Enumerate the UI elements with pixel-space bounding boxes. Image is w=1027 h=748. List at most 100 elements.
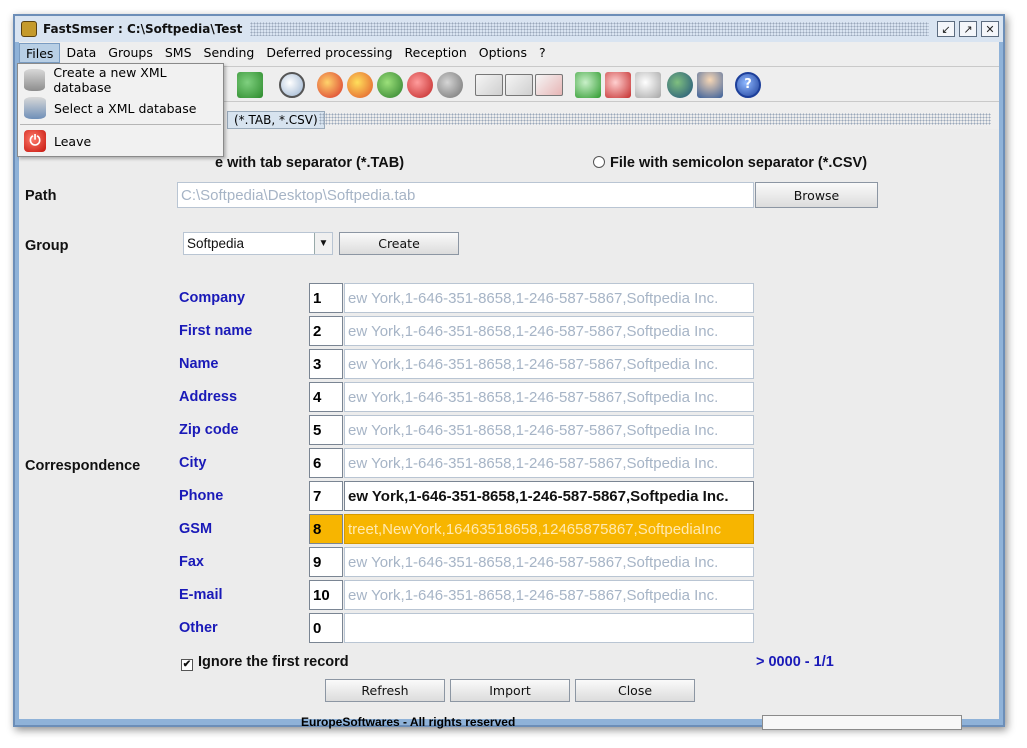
globe-icon[interactable] (667, 72, 693, 98)
refresh-button[interactable]: Refresh (325, 679, 445, 702)
column-index-input[interactable]: 3 (309, 349, 343, 379)
column-index-input[interactable]: 1 (309, 283, 343, 313)
title-grip (250, 22, 929, 36)
column-index-input[interactable]: 5 (309, 415, 343, 445)
sms-icon-5[interactable] (437, 72, 463, 98)
path-label: Path (25, 188, 57, 204)
field-preview: ew York,1-646-351-8658,1-246-587-5867,So… (344, 283, 754, 313)
window-title: FastSmser : C:\Softpedia\Test (43, 22, 243, 36)
menu-help[interactable]: ? (533, 43, 552, 63)
field-label-phone: Phone (179, 488, 224, 504)
browse-button[interactable]: Browse (755, 182, 878, 208)
sms-icon-1[interactable] (317, 72, 343, 98)
tab-grip (319, 113, 991, 125)
chevron-down-icon[interactable]: ▼ (314, 233, 332, 254)
field-label-fax: Fax (179, 554, 204, 570)
path-input[interactable]: C:\Softpedia\Desktop\Softpedia.tab (177, 182, 754, 208)
menu-item-label: Leave (54, 133, 92, 149)
column-index-input[interactable]: 8 (309, 514, 343, 544)
radio-csv-label: File with semicolon separator (*.CSV) (610, 155, 868, 171)
radio-tab-separator[interactable]: e with tab separator (*.TAB) (215, 155, 404, 171)
column-index-input[interactable]: 7 (309, 481, 343, 511)
maximize-icon[interactable]: ↗ (959, 21, 977, 37)
field-preview (344, 613, 754, 643)
column-index-input[interactable]: 2 (309, 316, 343, 346)
help-icon[interactable]: ? (735, 72, 761, 98)
field-preview: ew York,1-646-351-8658,1-246-587-5867,So… (344, 349, 754, 379)
import-panel: e with tab separator (*.TAB) File with s… (19, 129, 999, 730)
field-preview: ew York,1-646-351-8658,1-246-587-5867,So… (344, 316, 754, 346)
checkbox-icon: ✔ (181, 659, 193, 671)
menu-item-create-database[interactable]: Create a new XML database (18, 65, 223, 95)
menu-groups[interactable]: Groups (102, 43, 159, 63)
menu-item-leave[interactable]: ⏻ Leave (18, 127, 223, 155)
field-label-gsm: GSM (179, 521, 213, 537)
menu-deferred-processing[interactable]: Deferred processing (260, 43, 398, 63)
import-button[interactable]: Import (450, 679, 570, 702)
users-icon[interactable] (237, 72, 263, 98)
field-preview: ew York,1-646-351-8658,1-246-587-5867,So… (344, 415, 754, 445)
close-button[interactable]: Close (575, 679, 695, 702)
column-index-input[interactable]: 0 (309, 613, 343, 643)
power-icon: ⏻ (24, 130, 46, 152)
database-select-icon (24, 97, 46, 119)
create-group-button[interactable]: Create (339, 232, 459, 255)
column-index-input[interactable]: 6 (309, 448, 343, 478)
group-label: Group (25, 238, 69, 254)
sms-icon-4[interactable] (407, 72, 433, 98)
timer-remove-icon[interactable] (605, 72, 631, 98)
envelope-delete-icon[interactable] (535, 74, 563, 96)
column-index-input[interactable]: 10 (309, 580, 343, 610)
menu-data[interactable]: Data (60, 43, 102, 63)
field-label-e-mail: E-mail (179, 587, 223, 603)
ignore-first-checkbox[interactable]: ✔ Ignore the first record (181, 654, 349, 671)
field-preview: ew York,1-646-351-8658,1-246-587-5867,So… (344, 580, 754, 610)
menu-reception[interactable]: Reception (399, 43, 473, 63)
envelope-open-icon[interactable] (505, 74, 533, 96)
field-preview: ew York,1-646-351-8658,1-246-587-5867,So… (344, 382, 754, 412)
field-label-other: Other (179, 620, 218, 636)
sms-icon-2[interactable] (347, 72, 373, 98)
user-icon[interactable] (697, 72, 723, 98)
column-index-input[interactable]: 9 (309, 547, 343, 577)
menu-item-label: Select a XML database (54, 100, 197, 116)
field-preview: treet,NewYork,16463518658,12465875867,So… (344, 514, 754, 544)
menu-item-select-database[interactable]: Select a XML database (18, 94, 223, 122)
radio-csv-separator[interactable]: File with semicolon separator (*.CSV) (593, 155, 867, 171)
field-label-address: Address (179, 389, 238, 405)
copyright-text: EuropeSoftwares - All rights reserved (301, 715, 516, 729)
app-icon (21, 21, 37, 37)
envelope-add-icon[interactable] (475, 74, 503, 96)
menu-files[interactable]: Files (19, 43, 61, 63)
field-label-zip-code: Zip code (179, 422, 239, 438)
menu-bar: Files Data Groups SMS Sending Deferred p… (19, 42, 999, 64)
menu-separator (20, 124, 221, 125)
field-preview: ew York,1-646-351-8658,1-246-587-5867,So… (344, 448, 754, 478)
radio-icon (593, 156, 605, 168)
menu-item-label: Create a new XML database (53, 65, 167, 95)
field-label-first-name: First name (179, 323, 253, 339)
column-index-input[interactable]: 4 (309, 382, 343, 412)
field-label-company: Company (179, 290, 246, 306)
field-label-city: City (179, 455, 207, 471)
timer-add-icon[interactable] (575, 72, 601, 98)
field-label-name: Name (179, 356, 219, 372)
menu-options[interactable]: Options (473, 43, 533, 63)
menu-sms[interactable]: SMS (159, 43, 198, 63)
search-icon[interactable] (279, 72, 305, 98)
title-bar: FastSmser : C:\Softpedia\Test ↙ ↗ ✕ (15, 16, 1003, 42)
group-select[interactable]: Softpedia ▼ (183, 232, 333, 255)
radio-tab-label: e with tab separator (*.TAB) (215, 155, 405, 171)
correspondence-label: Correspondence (25, 458, 141, 474)
progress-bar (762, 715, 962, 730)
field-preview: ew York,1-646-351-8658,1-246-587-5867,So… (344, 547, 754, 577)
database-add-icon (24, 69, 46, 91)
menu-sending[interactable]: Sending (198, 43, 261, 63)
record-counter: > 0000 - 1/1 (756, 654, 834, 670)
timer-edit-icon[interactable] (635, 72, 661, 98)
files-dropdown-menu: Create a new XML database Select a XML d… (17, 63, 224, 157)
restore-icon[interactable]: ↙ (937, 21, 955, 37)
sms-icon-3[interactable] (377, 72, 403, 98)
close-icon[interactable]: ✕ (981, 21, 999, 37)
tab-import-file[interactable]: (*.TAB, *.CSV) (227, 111, 325, 129)
